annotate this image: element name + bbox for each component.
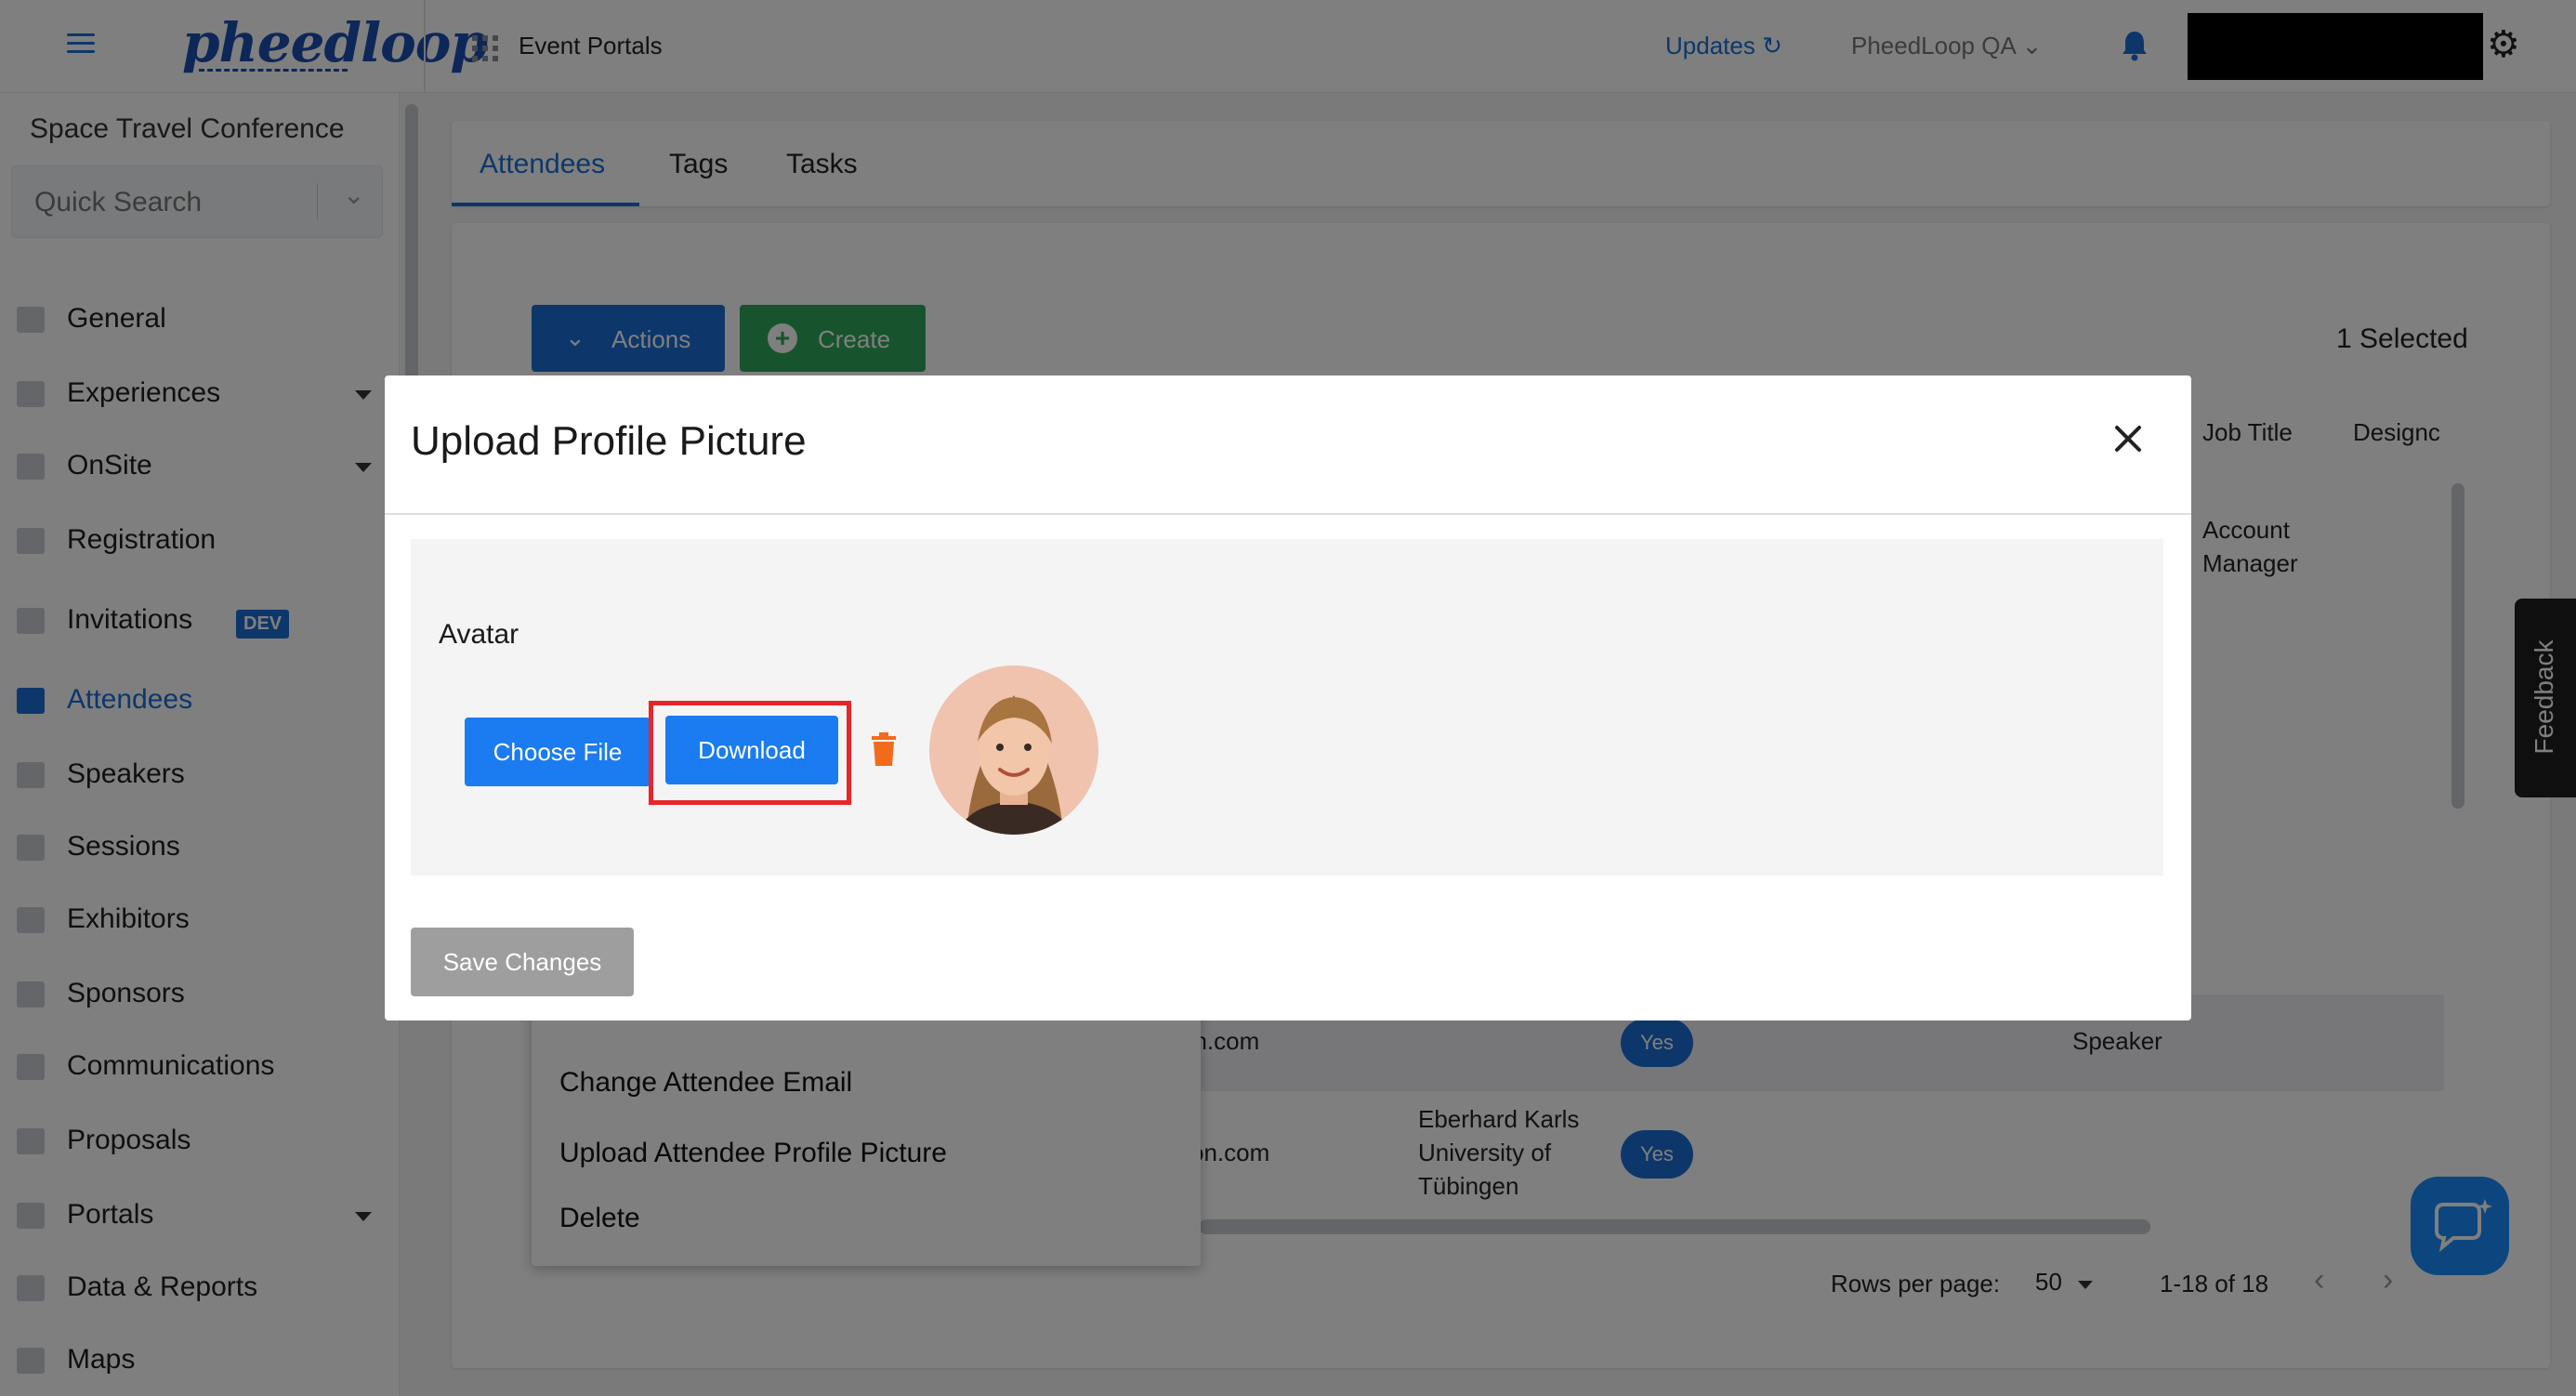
- save-changes-button[interactable]: Save Changes: [411, 928, 634, 996]
- avatar-label: Avatar: [439, 619, 519, 650]
- dialog-title: Upload Profile Picture: [411, 418, 807, 464]
- download-button[interactable]: Download: [665, 716, 838, 784]
- choose-file-button[interactable]: Choose File: [465, 718, 651, 786]
- close-icon[interactable]: [2111, 422, 2145, 455]
- avatar: [929, 665, 1098, 835]
- divider: [385, 513, 2191, 515]
- trash-icon[interactable]: [870, 732, 898, 766]
- upload-profile-picture-dialog: Upload Profile Picture Avatar Choose Fil…: [385, 375, 2191, 1021]
